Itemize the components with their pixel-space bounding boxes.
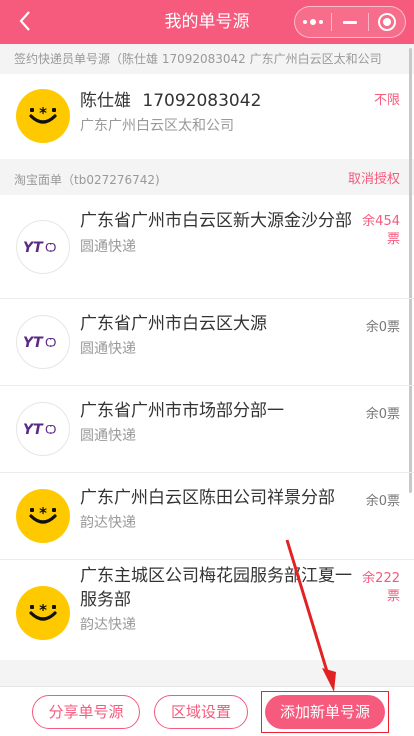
source-quota: 余0票 bbox=[365, 494, 400, 509]
yto-logo-icon: YT Ѻ bbox=[16, 315, 70, 369]
source-carrier: 圆通快递 bbox=[80, 428, 136, 444]
close-button[interactable] bbox=[369, 7, 405, 37]
source-row[interactable]: * 广东主城区公司梅花园服务部江夏一服务部 韵达快递 余222票 bbox=[0, 560, 414, 660]
source-name: 广东主城区公司梅花园服务部江夏一服务部 bbox=[80, 566, 352, 610]
svg-text:*: * bbox=[39, 104, 47, 122]
source-name: 广东省广州市白云区大源 bbox=[80, 314, 267, 334]
svg-text:*: * bbox=[39, 601, 47, 619]
yto-logo-icon: YT Ѻ bbox=[16, 220, 70, 274]
minimize-icon bbox=[343, 20, 357, 24]
more-button[interactable] bbox=[295, 7, 331, 37]
courier-company: 广东广州白云区太和公司 bbox=[80, 118, 234, 134]
source-name: 广东省广州市市场部分部一 bbox=[80, 401, 284, 421]
svg-text:YT: YT bbox=[23, 240, 44, 256]
share-source-button[interactable]: 分享单号源 bbox=[32, 694, 140, 729]
screen: 我的单号源 签约快递员单号源（陈仕雄 17092083042 广东广州白云区太和… bbox=[0, 0, 414, 736]
source-name: 广东广州白云区陈田公司祥景分部 bbox=[80, 488, 335, 508]
nav-bar: 我的单号源 bbox=[0, 0, 414, 44]
back-button[interactable] bbox=[18, 9, 32, 37]
source-quota: 余0票 bbox=[365, 320, 400, 335]
source-quota: 余222票 bbox=[362, 571, 400, 604]
courier-name: 陈仕雄 bbox=[80, 91, 131, 111]
source-carrier: 韵达快递 bbox=[80, 515, 136, 531]
svg-text:Ѻ: Ѻ bbox=[45, 336, 56, 350]
courier-phone: 17092083042 bbox=[142, 91, 262, 111]
svg-text:*: * bbox=[39, 504, 47, 522]
source-name: 广东省广州市白云区新大源金沙分部 bbox=[80, 211, 352, 231]
svg-text:YT: YT bbox=[23, 335, 44, 351]
source-carrier: 韵达快递 bbox=[80, 617, 136, 633]
source-row[interactable]: YT Ѻ 广东省广州市白云区新大源金沙分部 圆通快递 余454票 bbox=[0, 195, 414, 299]
chevron-left-icon bbox=[18, 11, 32, 39]
source-list: YT Ѻ 广东省广州市白云区新大源金沙分部 圆通快递 余454票 YT Ѻ 广东省广… bbox=[0, 195, 414, 660]
svg-text:YT: YT bbox=[23, 422, 44, 438]
source-row[interactable]: * 广东广州白云区陈田公司祥景分部 韵达快递 余0票 bbox=[0, 473, 414, 560]
yunda-logo-icon: * bbox=[16, 89, 70, 143]
taobao-section-header: 淘宝面单（tb027276742) 取消授权 bbox=[0, 165, 414, 195]
add-source-button[interactable]: 添加新单号源 bbox=[265, 694, 385, 729]
source-quota: 余454票 bbox=[362, 214, 400, 247]
source-quota: 余0票 bbox=[365, 407, 400, 422]
source-carrier: 圆通快递 bbox=[80, 239, 136, 255]
courier-card: * 陈仕雄 17092083042 广东广州白云区太和公司 不限 bbox=[0, 74, 414, 159]
source-row[interactable]: YT Ѻ 广东省广州市白云区大源 圆通快递 余0票 bbox=[0, 299, 414, 386]
taobao-section-label: 淘宝面单（tb027276742) bbox=[14, 173, 160, 187]
svg-text:Ѻ: Ѻ bbox=[45, 423, 56, 437]
yunda-logo-icon: * bbox=[16, 586, 70, 640]
courier-quota: 不限 bbox=[373, 93, 400, 108]
courier-section-label: 签约快递员单号源（陈仕雄 17092083042 广东广州白云区太和公司 bbox=[14, 52, 382, 66]
bottom-toolbar: 分享单号源 区域设置 添加新单号源 bbox=[0, 686, 414, 736]
yto-logo-icon: YT Ѻ bbox=[16, 402, 70, 456]
yunda-logo-icon: * bbox=[16, 489, 70, 543]
more-icon bbox=[303, 19, 323, 25]
svg-text:Ѻ: Ѻ bbox=[45, 241, 56, 255]
courier-name-line: 陈仕雄 17092083042 bbox=[80, 89, 356, 113]
mini-program-capsule bbox=[294, 6, 406, 38]
minimize-button[interactable] bbox=[332, 7, 368, 37]
annotation-highlight-box: 添加新单号源 bbox=[261, 690, 389, 733]
target-icon bbox=[378, 13, 396, 31]
source-row[interactable]: YT Ѻ 广东省广州市市场部分部一 圆通快递 余0票 bbox=[0, 386, 414, 473]
courier-row[interactable]: * 陈仕雄 17092083042 广东广州白云区太和公司 不限 bbox=[0, 74, 414, 159]
source-carrier: 圆通快递 bbox=[80, 341, 136, 357]
revoke-auth-link[interactable]: 取消授权 bbox=[348, 171, 400, 189]
region-settings-button[interactable]: 区域设置 bbox=[154, 694, 248, 729]
